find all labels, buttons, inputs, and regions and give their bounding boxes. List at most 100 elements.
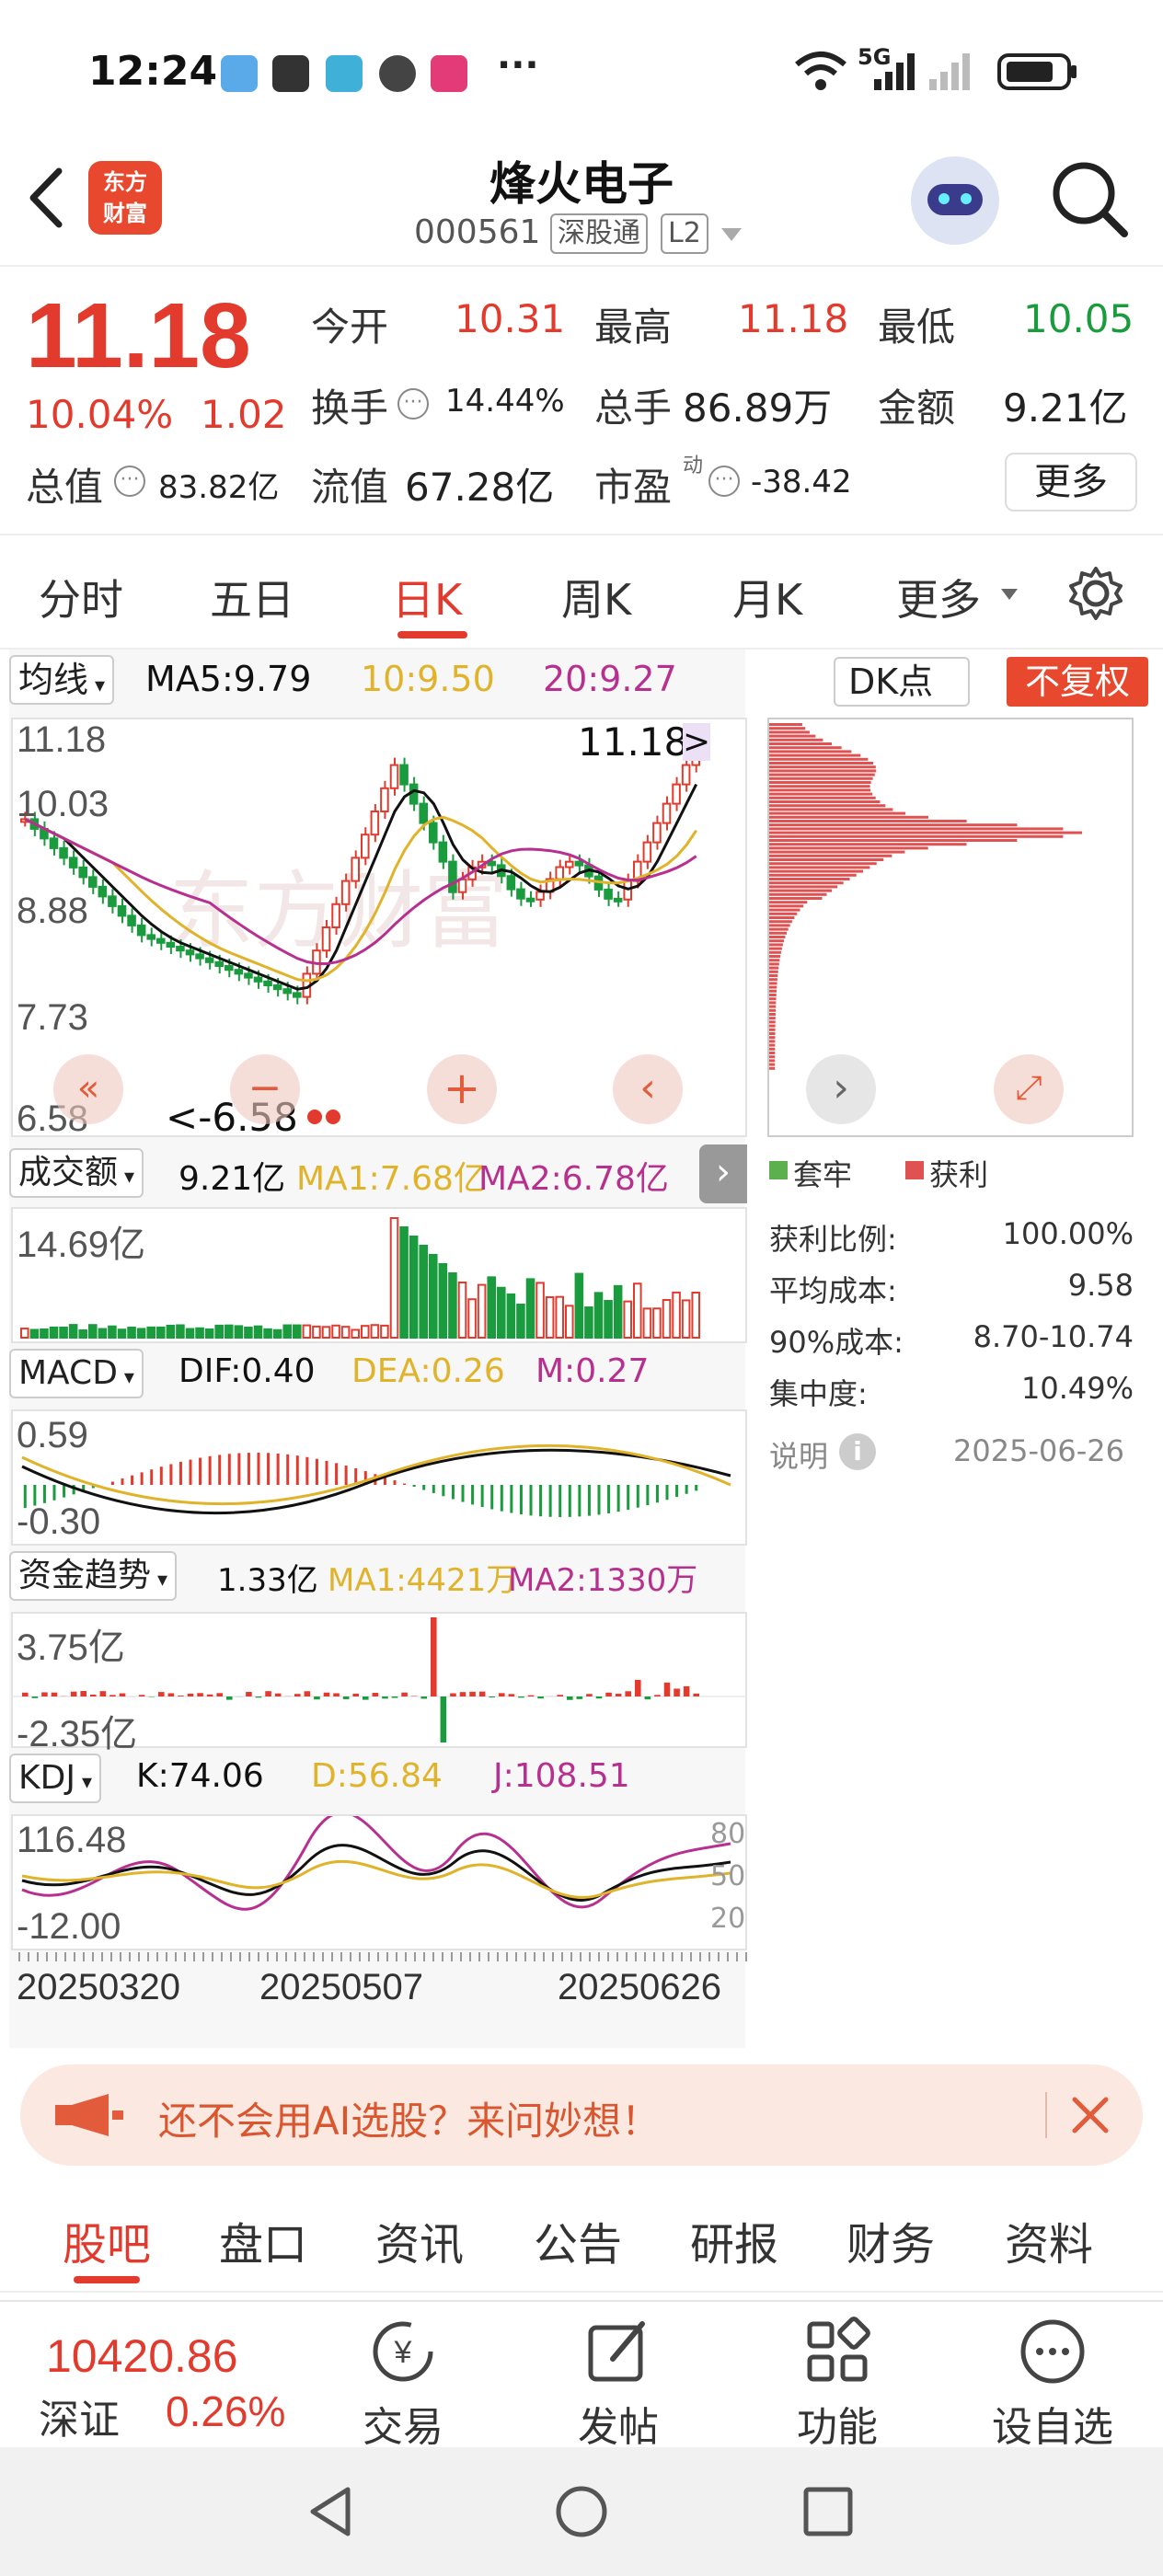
ma-selector[interactable]: 均线 ▾ [9, 655, 114, 705]
tab-more[interactable]: 更多 [896, 567, 981, 627]
tab-intraday[interactable]: 分时 [39, 567, 123, 627]
candle [187, 950, 194, 954]
info-icon[interactable]: ··· [114, 466, 145, 497]
candle [673, 785, 680, 804]
fund-bar [52, 1693, 58, 1696]
macd-bar [530, 1485, 533, 1515]
close-icon[interactable] [1065, 2090, 1115, 2140]
date-tick [37, 1952, 39, 1961]
fund-bar [90, 1695, 97, 1696]
grid-icon [800, 2315, 874, 2388]
scroll-left-fast-button[interactable]: « [53, 1054, 123, 1124]
info-icon[interactable]: i [839, 1433, 876, 1470]
tab-weekly-k[interactable]: 周K [561, 567, 631, 627]
volume-panel[interactable]: 14.69亿 [11, 1207, 747, 1343]
add-watchlist-button[interactable]: 设自选 [979, 2302, 1126, 2449]
zoom-in-button[interactable]: + [427, 1054, 497, 1124]
gear-icon[interactable] [1067, 565, 1124, 622]
robot-avatar[interactable] [911, 156, 999, 245]
stat-label: 90%成本: [769, 1325, 904, 1360]
kdj-panel[interactable]: 116.48 -12.00 80 50 20 [11, 1814, 747, 1950]
post-button[interactable]: 发帖 [545, 2302, 692, 2449]
nav-home-icon[interactable] [554, 2484, 609, 2539]
chip-bar [769, 1044, 775, 1047]
fund-bar [22, 1693, 29, 1696]
volume-selector[interactable]: 成交额 ▾ [9, 1148, 144, 1198]
macd-panel[interactable]: 0.59 -0.30 [11, 1409, 747, 1546]
trade-label: 交易 [329, 2394, 477, 2453]
ai-promo-banner[interactable]: 还不会用AI选股？来问妙想！ [20, 2064, 1143, 2166]
expand-icon[interactable]: ⤢ [994, 1054, 1064, 1124]
collapse-panel-button[interactable]: › [699, 1144, 747, 1203]
fund-trend-panel[interactable]: 3.75亿 -2.35亿 [11, 1612, 747, 1748]
volume-selector-label: 成交额 [18, 1154, 118, 1191]
volume-bar [517, 1305, 524, 1338]
date-label: 20250320 [17, 1967, 180, 2008]
trade-button[interactable]: ¥ 交易 [329, 2302, 477, 2449]
stat-label: 集中度: [769, 1376, 868, 1411]
dk-point-label: DK点 [848, 661, 933, 702]
tab-five-day[interactable]: 五日 [210, 567, 294, 627]
stock-code: 000561 [414, 213, 540, 251]
kline-panel[interactable]: 东方财富 11.18 10.03 8.88 7.73 6.58 11.18 > … [11, 718, 747, 1137]
candle [663, 804, 671, 823]
date-tick [156, 1952, 158, 1961]
note-label[interactable]: 说明 [769, 1433, 828, 1476]
fq-button[interactable]: 不复权 [1007, 657, 1148, 707]
volume-bar [692, 1293, 699, 1338]
scroll-left-button[interactable]: ‹ [613, 1054, 683, 1124]
macd-bar [237, 1454, 240, 1485]
index-name: 深证 [39, 2386, 120, 2445]
chip-bar [769, 866, 869, 868]
info-icon[interactable]: ··· [397, 388, 429, 420]
macd-dif: DIF:0.40 [178, 1352, 316, 1390]
post-label: 发帖 [545, 2394, 692, 2453]
index-ticker[interactable]: 10420.86 深证 0.26% [0, 2302, 313, 2449]
candle [283, 989, 291, 993]
price-tick: 8.88 [17, 891, 88, 932]
fund-bar [654, 1695, 661, 1696]
date-tick [386, 1952, 388, 1961]
nav-back-icon[interactable] [304, 2484, 359, 2539]
zoom-out-button[interactable]: − [230, 1054, 300, 1124]
fund-trend-selector[interactable]: 资金趋势 ▾ [9, 1551, 177, 1601]
info-icon[interactable]: ··· [708, 466, 740, 497]
date-tick [212, 1952, 213, 1961]
volume-bar [128, 1328, 135, 1338]
tab-news[interactable]: 资讯 [375, 2208, 464, 2272]
macd-bar [646, 1485, 649, 1505]
candle [274, 985, 282, 989]
search-icon[interactable] [1049, 158, 1132, 241]
dropdown-icon[interactable] [720, 226, 743, 243]
nav-recents-icon[interactable] [800, 2484, 856, 2539]
macd-bar [501, 1485, 503, 1512]
profit-legend-label: 获利 [929, 1152, 988, 1194]
date-label: 20250507 [259, 1967, 423, 2008]
macd-bar [432, 1485, 435, 1493]
volume-bar [488, 1277, 495, 1338]
tab-monthly-k[interactable]: 月K [732, 567, 802, 627]
tab-announcements[interactable]: 公告 [534, 2208, 622, 2272]
tab-guba[interactable]: 股吧 [63, 2208, 151, 2272]
chip-bar [769, 723, 802, 726]
dk-point-button[interactable]: DK点 [834, 657, 970, 707]
kdj-selector[interactable]: KDJ ▾ [9, 1754, 101, 1803]
fund-bar [109, 1695, 116, 1696]
macd-selector[interactable]: MACD ▾ [9, 1349, 144, 1398]
function-label: 功能 [764, 2394, 911, 2453]
tab-profile[interactable]: 资料 [1005, 2208, 1093, 2272]
tab-order-book[interactable]: 盘口 [219, 2208, 307, 2272]
macd-bar [248, 1453, 250, 1485]
candle [245, 973, 252, 977]
date-tick [524, 1952, 526, 1961]
more-quote-button[interactable]: 更多 [1005, 453, 1137, 512]
function-button[interactable]: 功能 [764, 2302, 911, 2449]
fund-bar [352, 1694, 359, 1696]
scroll-right-button[interactable]: › [806, 1054, 876, 1124]
tab-research[interactable]: 研报 [690, 2208, 778, 2272]
tab-daily-k[interactable]: 日K [392, 567, 462, 627]
date-tick [653, 1952, 655, 1961]
date-tick [55, 1952, 57, 1961]
tab-finance[interactable]: 财务 [846, 2208, 935, 2272]
date-tick [147, 1952, 149, 1961]
